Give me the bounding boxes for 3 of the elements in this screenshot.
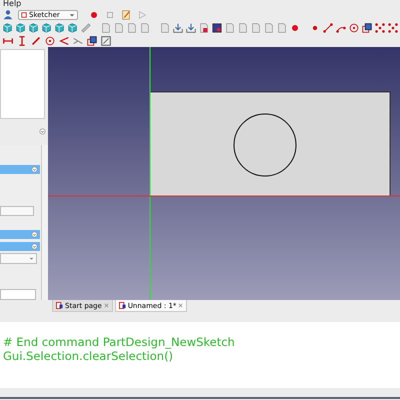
menu-item[interactable]: Help	[3, 0, 22, 8]
console-line: # End command PartDesign_NewSketch	[3, 335, 236, 349]
console-line: Gui.Selection.clearSelection()	[3, 349, 174, 363]
